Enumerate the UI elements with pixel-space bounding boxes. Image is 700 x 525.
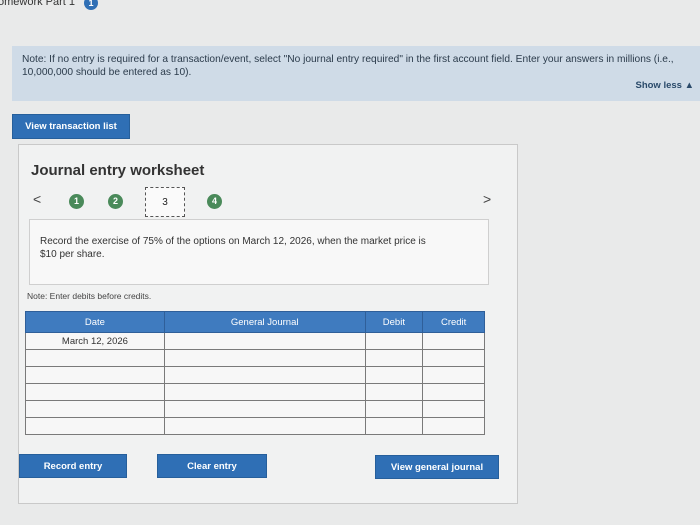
step-4-button[interactable]: 4 — [207, 194, 222, 209]
account-cell[interactable] — [163, 332, 366, 350]
debit-cell[interactable] — [364, 417, 424, 435]
table-row — [25, 417, 485, 435]
general-journal-header: General Journal — [163, 311, 366, 333]
credit-cell[interactable] — [422, 383, 485, 401]
account-cell[interactable] — [163, 383, 366, 401]
credit-cell[interactable] — [422, 349, 485, 367]
debit-cell[interactable] — [364, 383, 424, 401]
date-cell[interactable]: March 12, 2026 — [25, 332, 165, 350]
date-cell[interactable] — [25, 400, 165, 418]
debit-credit-note: Note: Enter debits before credits. — [27, 291, 152, 301]
credit-cell[interactable] — [422, 417, 485, 435]
transaction-description-box: Record the exercise of 75% of the option… — [29, 219, 489, 285]
debit-header: Debit — [364, 311, 424, 333]
transaction-description: Record the exercise of 75% of the option… — [40, 236, 426, 260]
date-cell[interactable] — [25, 417, 165, 435]
show-less-link[interactable]: Show less ▲ — [635, 80, 694, 91]
worksheet-title: Journal entry worksheet — [31, 162, 205, 179]
table-row — [25, 349, 485, 367]
table-row — [25, 383, 485, 401]
step-2-button[interactable]: 2 — [108, 194, 123, 209]
journal-table: Date General Journal Debit Credit March … — [25, 311, 485, 435]
credit-cell[interactable] — [422, 400, 485, 418]
view-general-journal-button[interactable]: View general journal — [375, 455, 499, 479]
step-3-button[interactable]: 3 — [145, 187, 185, 217]
account-cell[interactable] — [163, 417, 366, 435]
date-header: Date — [25, 311, 165, 333]
top-bar: omework Part 1 1 — [0, 0, 700, 12]
step-1-button[interactable]: 1 — [69, 194, 84, 209]
assignment-title: omework Part 1 — [0, 0, 76, 8]
date-cell[interactable] — [25, 383, 165, 401]
credit-cell[interactable] — [422, 332, 485, 350]
debit-cell[interactable] — [364, 366, 424, 384]
credit-header: Credit — [422, 311, 485, 333]
next-arrow-icon[interactable]: > — [483, 191, 491, 207]
instructions-note: Note: If no entry is required for a tran… — [12, 46, 700, 101]
account-cell[interactable] — [163, 400, 366, 418]
date-cell[interactable] — [25, 349, 165, 367]
debit-cell[interactable] — [364, 332, 424, 350]
table-row: March 12, 2026 — [25, 332, 485, 350]
credit-cell[interactable] — [422, 366, 485, 384]
table-row — [25, 366, 485, 384]
journal-entry-worksheet: Journal entry worksheet < 1 2 3 4 > Reco… — [18, 144, 518, 504]
previous-arrow-icon[interactable]: < — [33, 191, 41, 207]
note-text: Note: If no entry is required for a tran… — [22, 54, 674, 78]
info-badge[interactable]: 1 — [84, 0, 98, 10]
account-cell[interactable] — [163, 366, 366, 384]
table-row — [25, 400, 485, 418]
debit-cell[interactable] — [364, 349, 424, 367]
table-header-row: Date General Journal Debit Credit — [25, 311, 485, 333]
debit-cell[interactable] — [364, 400, 424, 418]
date-cell[interactable] — [25, 366, 165, 384]
account-cell[interactable] — [163, 349, 366, 367]
clear-entry-button[interactable]: Clear entry — [157, 454, 267, 478]
view-transaction-list-button[interactable]: View transaction list — [12, 114, 130, 139]
record-entry-button[interactable]: Record entry — [19, 454, 127, 478]
